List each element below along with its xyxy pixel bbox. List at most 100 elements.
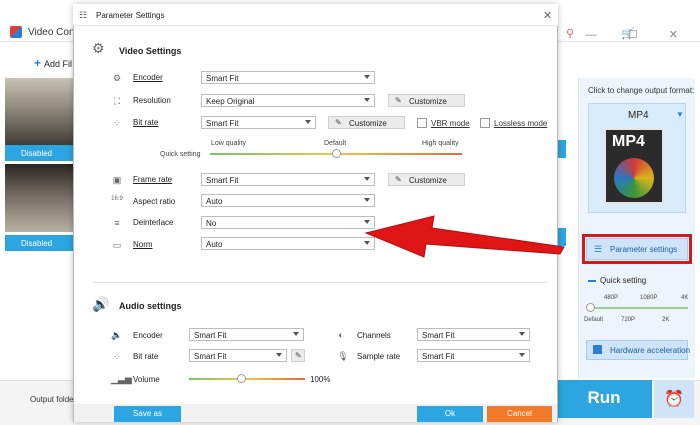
cancel-button[interactable]: Cancel <box>487 406 552 422</box>
volume-value: 100% <box>310 375 331 384</box>
chevron-down-icon <box>364 220 370 224</box>
frame-rate-label: Frame rate <box>133 175 173 184</box>
window-controls[interactable]: — ☐ ✕ <box>586 28 692 41</box>
disabled-badge-1[interactable]: Disabled <box>5 145 73 161</box>
quick-setting-knob[interactable] <box>586 303 595 312</box>
chevron-down-icon <box>364 241 370 245</box>
chevron-down-icon <box>293 332 299 336</box>
channels-value: Smart Fit <box>422 331 455 340</box>
chevron-down-icon <box>364 98 370 102</box>
norm-label: Norm <box>133 240 153 249</box>
video-thumbnail-2[interactable] <box>5 164 73 232</box>
aspect-ratio-select[interactable]: Auto <box>201 194 375 207</box>
output-format-label: MP4 <box>628 110 649 121</box>
close-icon[interactable]: ✕ <box>543 9 552 22</box>
disabled-badge-2[interactable]: Disabled <box>5 235 73 251</box>
norm-select[interactable]: Auto <box>201 237 375 250</box>
deinterlace-value: No <box>206 219 217 228</box>
audio-bitrate-icon: ⁘ <box>113 352 121 362</box>
volume-slider-knob[interactable] <box>236 374 246 383</box>
frame-rate-select[interactable]: Smart Fit <box>201 173 375 186</box>
bitrate-customize-button[interactable]: ✎ Customize <box>328 116 405 129</box>
mp4-icon-label: MP4 <box>612 133 645 150</box>
video-settings-title: Video Settings <box>119 46 182 56</box>
channels-label: Channels <box>357 331 391 340</box>
chevron-down-icon <box>305 120 311 124</box>
aspect-ratio-label: Aspect ratio <box>133 197 176 206</box>
volume-bars-icon: ▁▃▅ <box>111 374 132 384</box>
vbr-mode-checkbox[interactable] <box>417 118 427 128</box>
audio-encoder-label: Encoder <box>133 331 163 340</box>
deinterlace-select[interactable]: No <box>201 216 375 229</box>
dialog-title: Parameter Settings <box>96 11 165 20</box>
sample-rate-value: Smart Fit <box>422 352 455 361</box>
quality-slider-knob[interactable] <box>331 149 341 158</box>
add-files-button[interactable]: + Add Fil <box>34 56 72 70</box>
audio-encoder-select[interactable]: Smart Fit <box>189 328 304 341</box>
vbr-mode-label[interactable]: VBR mode <box>431 119 470 128</box>
volume-label: Volume <box>133 375 160 384</box>
video-bitrate-label: Bit rate <box>133 118 159 127</box>
pencil-icon: ✎ <box>395 175 402 184</box>
resolution-select[interactable]: Keep Original <box>201 94 375 107</box>
resolution-customize-button[interactable]: ✎ Customize <box>388 94 465 107</box>
resolution-value: Keep Original <box>206 97 255 106</box>
bitrate-icon: ⁘ <box>113 118 121 128</box>
video-bitrate-select[interactable]: Smart Fit <box>201 116 316 129</box>
quick-setting-track[interactable] <box>590 307 688 309</box>
customize-label: Customize <box>349 119 387 128</box>
run-button[interactable]: Run <box>556 380 652 418</box>
quick-setting-title: Quick setting <box>600 276 647 285</box>
film-frame-icon: ▣ <box>112 175 122 185</box>
pencil-icon: ✎ <box>395 96 402 105</box>
quick-tick-480p: 480P <box>604 295 619 301</box>
chevron-down-icon <box>364 198 370 202</box>
frame-rate-value: Smart Fit <box>206 176 239 185</box>
section-divider <box>93 282 548 283</box>
norm-value: Auto <box>206 240 223 249</box>
lossless-mode-checkbox[interactable] <box>480 118 490 128</box>
chevron-down-icon <box>364 177 370 181</box>
video-encoder-label: Encoder <box>133 73 163 82</box>
dropdown-arrow-icon[interactable]: ▼ <box>676 110 684 119</box>
channels-icon: ◐ <box>338 330 344 340</box>
audio-bitrate-value: Smart Fit <box>194 352 227 361</box>
audio-bitrate-label: Bit rate <box>133 352 159 361</box>
chevron-down-icon <box>276 353 282 357</box>
customize-label: Customize <box>409 176 447 185</box>
sample-rate-label: Sample rate <box>357 352 401 361</box>
video-thumbnail-1[interactable] <box>5 78 73 146</box>
alarm-clock-icon[interactable]: ⏰ <box>654 380 694 418</box>
monitor-icon: ▭ <box>112 240 122 250</box>
hardware-acceleration-label: Hardware acceleration <box>610 346 691 355</box>
film-reel-icon <box>614 158 654 198</box>
quick-tick-2k: 2K <box>662 317 670 323</box>
quick-tick-default: Default <box>584 317 604 323</box>
quick-tick-1080p: 1080P <box>640 295 658 301</box>
deinterlace-label: Deinterlace <box>133 218 174 227</box>
audio-encoder-value: Smart Fit <box>194 331 227 340</box>
video-encoder-select[interactable]: Smart Fit <box>201 71 375 84</box>
lossless-mode-label[interactable]: Lossless mode <box>494 119 547 128</box>
high-quality-label: High quality <box>422 140 459 147</box>
pencil-icon: ✎ <box>295 351 302 360</box>
audio-bitrate-edit-button[interactable]: ✎ <box>291 349 305 362</box>
frame-rate-customize-button[interactable]: ✎ Customize <box>388 173 465 186</box>
output-folder-label: Output folde <box>30 395 74 404</box>
volume-slider-track[interactable] <box>189 378 305 380</box>
channels-select[interactable]: Smart Fit <box>417 328 530 341</box>
video-bitrate-value: Smart Fit <box>206 119 239 128</box>
sample-rate-select[interactable]: Smart Fit <box>417 349 530 362</box>
save-as-button[interactable]: Save as <box>114 406 181 422</box>
chevron-down-icon <box>364 75 370 79</box>
encoder-gear-icon: ⚙ <box>112 73 122 83</box>
audio-bitrate-select[interactable]: Smart Fit <box>189 349 287 362</box>
chip-icon <box>593 345 602 354</box>
quick-setting-label: Quick setting <box>160 151 201 158</box>
app-title: Video Con <box>28 27 75 38</box>
add-files-label: Add Fil <box>44 59 73 69</box>
low-quality-label: Low quality <box>211 140 247 147</box>
microphone-icon: 🎙 <box>337 351 349 361</box>
app-logo-icon <box>10 26 22 38</box>
ok-button[interactable]: Ok <box>417 406 483 422</box>
